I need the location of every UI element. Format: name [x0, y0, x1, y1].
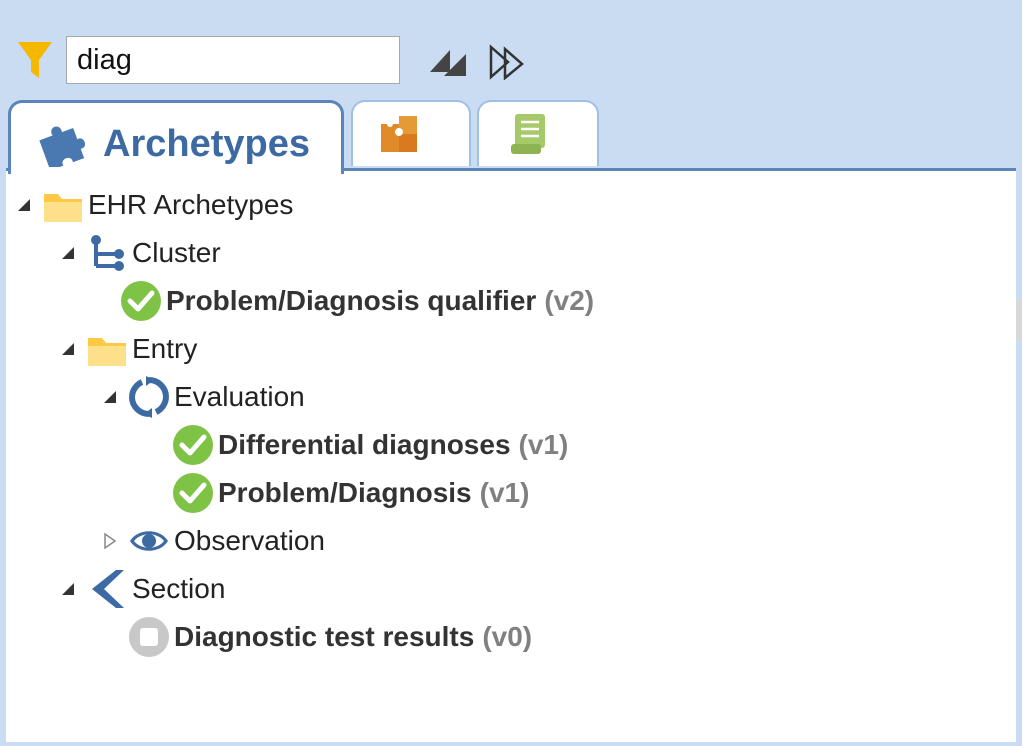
tree-node-evaluation[interactable]: Evaluation: [102, 375, 305, 419]
expanded-toggle-icon[interactable]: [16, 197, 32, 213]
tree-node-label: Entry: [132, 333, 198, 364]
tab-label: Archetypes: [103, 123, 310, 165]
tree-node-label: Evaluation: [174, 381, 305, 412]
expanded-toggle-icon[interactable]: [60, 245, 76, 261]
toolbar: [0, 0, 1022, 100]
published-check-icon: [121, 281, 161, 321]
tree-node-cluster[interactable]: Cluster: [60, 231, 221, 275]
archetype-name: Problem/Diagnosis: [218, 477, 472, 508]
tree-node-label: Observation: [174, 525, 325, 556]
archetype-tree: EHR Archetypes Cluster Problem/Diagnosis…: [6, 168, 1016, 742]
archetype-name: Problem/Diagnosis qualifier: [166, 285, 537, 316]
archetype-name: Diagnostic test results: [174, 621, 475, 652]
published-check-icon: [173, 473, 213, 513]
expanded-toggle-icon[interactable]: [60, 581, 76, 597]
archetype-version: (v2): [544, 285, 595, 316]
next-match-icon[interactable]: [488, 44, 528, 80]
tree-node-label: Cluster: [132, 237, 221, 268]
tree-node-label: Section: [132, 573, 226, 604]
folder-icon: [44, 194, 82, 222]
eye-icon: [130, 531, 168, 551]
tree-node-entry[interactable]: Entry: [60, 327, 197, 371]
archetype-name: Differential diagnoses: [218, 429, 511, 460]
tab-templates[interactable]: [351, 100, 471, 166]
expand-all-icon[interactable]: [428, 44, 468, 78]
template-puzzle-icon: [381, 116, 417, 152]
evaluation-cycle-icon: [129, 376, 169, 418]
search-input[interactable]: [66, 36, 400, 84]
tree-node-ehr-archetypes[interactable]: EHR Archetypes: [16, 183, 293, 227]
cluster-icon: [91, 235, 124, 271]
published-check-icon: [173, 425, 213, 465]
tab-documents[interactable]: [477, 100, 599, 166]
section-chevron-icon: [92, 570, 124, 608]
archetype-version: (v0): [482, 621, 533, 652]
folder-icon: [88, 338, 126, 366]
tree-item-differential-diagnoses[interactable]: Differential diagnoses (v1): [172, 423, 568, 467]
tree-node-label: EHR Archetypes: [88, 189, 294, 220]
tab-archetypes[interactable]: Archetypes: [8, 100, 344, 174]
expanded-toggle-icon[interactable]: [60, 341, 76, 357]
archetype-version: (v1): [479, 477, 530, 508]
tree-item-problem-diagnosis-qualifier[interactable]: Problem/Diagnosis qualifier (v2): [120, 279, 594, 323]
puzzle-piece-icon: [39, 126, 86, 167]
filter-icon[interactable]: [16, 40, 54, 80]
tree-item-problem-diagnosis[interactable]: Problem/Diagnosis (v1): [172, 471, 529, 515]
tree-node-section[interactable]: Section: [60, 567, 225, 611]
tree-item-diagnostic-test-results[interactable]: Diagnostic test results (v0): [128, 615, 532, 659]
draft-icon: [129, 617, 169, 657]
collapsed-toggle-icon[interactable]: [102, 533, 118, 549]
expanded-toggle-icon[interactable]: [102, 389, 118, 405]
archetype-version: (v1): [518, 429, 569, 460]
tree-node-observation[interactable]: Observation: [102, 519, 325, 563]
document-scroll-icon: [511, 114, 545, 154]
